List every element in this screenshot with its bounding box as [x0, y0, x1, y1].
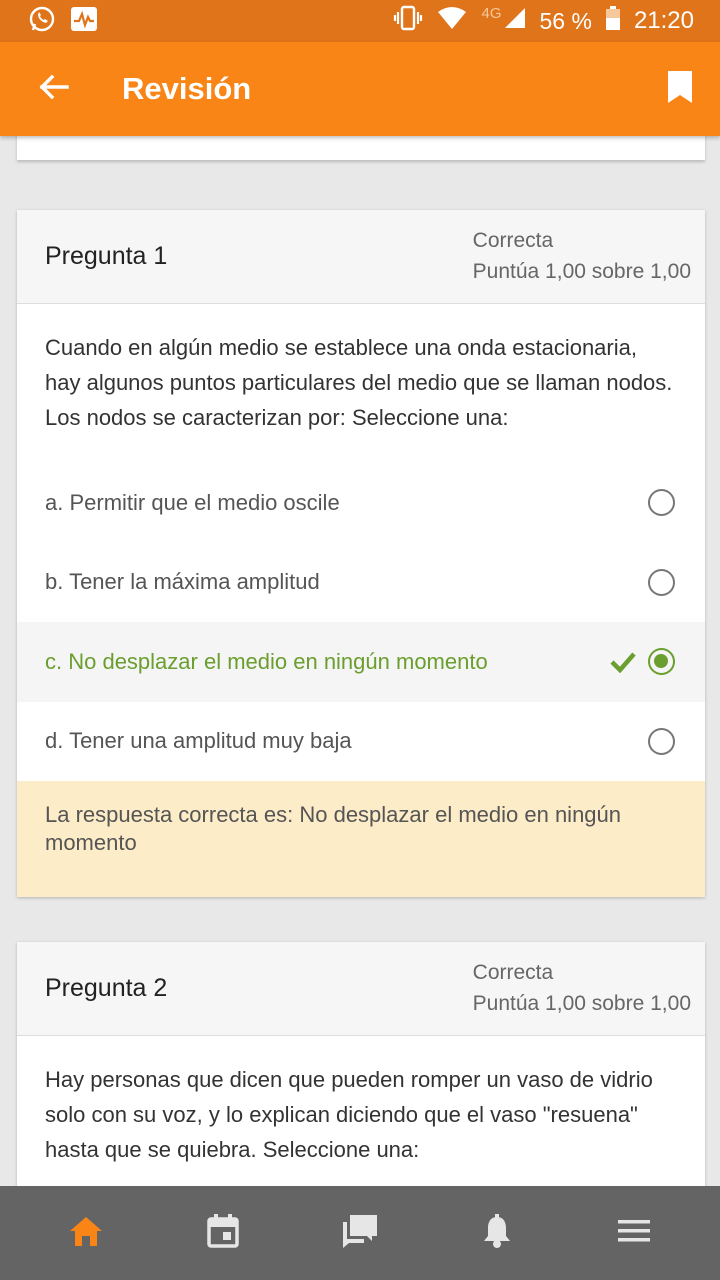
battery-percent: 56 %: [539, 7, 592, 34]
radio-button-selected[interactable]: [648, 648, 675, 676]
correct-answer-feedback: La respuesta correcta es: No desplazar e…: [17, 781, 705, 897]
messages-icon: [342, 1214, 378, 1253]
whatsapp-icon: [28, 5, 56, 38]
question-grade: Puntúa 1,00 sobre 1,00: [472, 991, 691, 1015]
answer-option-d[interactable]: d. Tener una amplitud muy baja: [17, 702, 705, 782]
menu-icon: [617, 1219, 650, 1247]
page-title: Revisión: [122, 71, 252, 106]
radio-button[interactable]: [648, 489, 675, 517]
question-text: Cuando en algún medio se establece una o…: [45, 335, 673, 430]
battery-icon: [605, 5, 620, 37]
answer-option-b[interactable]: b. Tener la máxima amplitud: [17, 543, 705, 623]
question-card-1: Pregunta 1 Correcta Puntúa 1,00 sobre 1,…: [17, 210, 705, 897]
option-label: a. Permitir que el medio oscile: [45, 489, 340, 515]
question-header: Pregunta 2 Correcta Puntúa 1,00 sobre 1,…: [17, 942, 705, 1036]
arrow-left-icon: [38, 71, 70, 108]
network-type: 4G: [481, 4, 502, 22]
nav-messages[interactable]: [324, 1197, 396, 1269]
signal-icon: [504, 7, 526, 36]
answer-options: a. Permitir que el medio oscile b. Tener…: [17, 463, 705, 781]
radio-button[interactable]: [648, 568, 675, 596]
radio-button[interactable]: [648, 727, 675, 755]
notifications-icon: [482, 1213, 512, 1253]
nav-menu[interactable]: [598, 1197, 670, 1269]
question-state: Correcta: [472, 960, 554, 984]
calendar-icon: [207, 1213, 239, 1253]
question-grade: Puntúa 1,00 sobre 1,00: [472, 259, 691, 283]
clock: 21:20: [633, 7, 694, 34]
back-button[interactable]: [26, 61, 82, 117]
bottom-navigation: [0, 1186, 720, 1280]
question-text: Hay personas que dicen que pueden romper…: [45, 1067, 653, 1162]
wifi-icon: [437, 6, 467, 37]
question-title: Pregunta 1: [45, 242, 168, 270]
question-status: Correcta Puntúa 1,00 sobre 1,00: [473, 957, 691, 1019]
nav-calendar[interactable]: [187, 1197, 259, 1269]
nav-notifications[interactable]: [461, 1197, 533, 1269]
bookmark-button[interactable]: [660, 61, 700, 117]
option-label: b. Tener la máxima amplitud: [45, 569, 320, 595]
question-title: Pregunta 2: [45, 974, 168, 1002]
answer-option-c[interactable]: c. No desplazar el medio en ningún momen…: [17, 622, 705, 702]
question-header: Pregunta 1 Correcta Puntúa 1,00 sobre 1,…: [17, 210, 705, 304]
question-status: Correcta Puntúa 1,00 sobre 1,00: [473, 225, 691, 287]
option-label: d. Tener una amplitud muy baja: [45, 728, 352, 754]
question-card-2: Pregunta 2 Correcta Puntúa 1,00 sobre 1,…: [17, 942, 705, 1186]
vibrate-icon: [393, 5, 423, 38]
answer-option-a[interactable]: a. Permitir que el medio oscile: [17, 463, 705, 543]
previous-card-edge: [17, 136, 705, 160]
status-bar: 4G 56 % 21:20: [0, 0, 720, 42]
option-label: c. No desplazar el medio en ningún momen…: [45, 648, 488, 674]
question-state: Correcta: [472, 228, 554, 252]
bookmark-icon: [667, 70, 693, 109]
app-bar: Revisión: [0, 42, 720, 136]
review-content[interactable]: Pregunta 1 Correcta Puntúa 1,00 sobre 1,…: [0, 136, 720, 1186]
activity-icon: [70, 6, 98, 37]
home-icon: [69, 1215, 103, 1252]
check-icon: [610, 651, 636, 674]
nav-home[interactable]: [50, 1197, 122, 1269]
